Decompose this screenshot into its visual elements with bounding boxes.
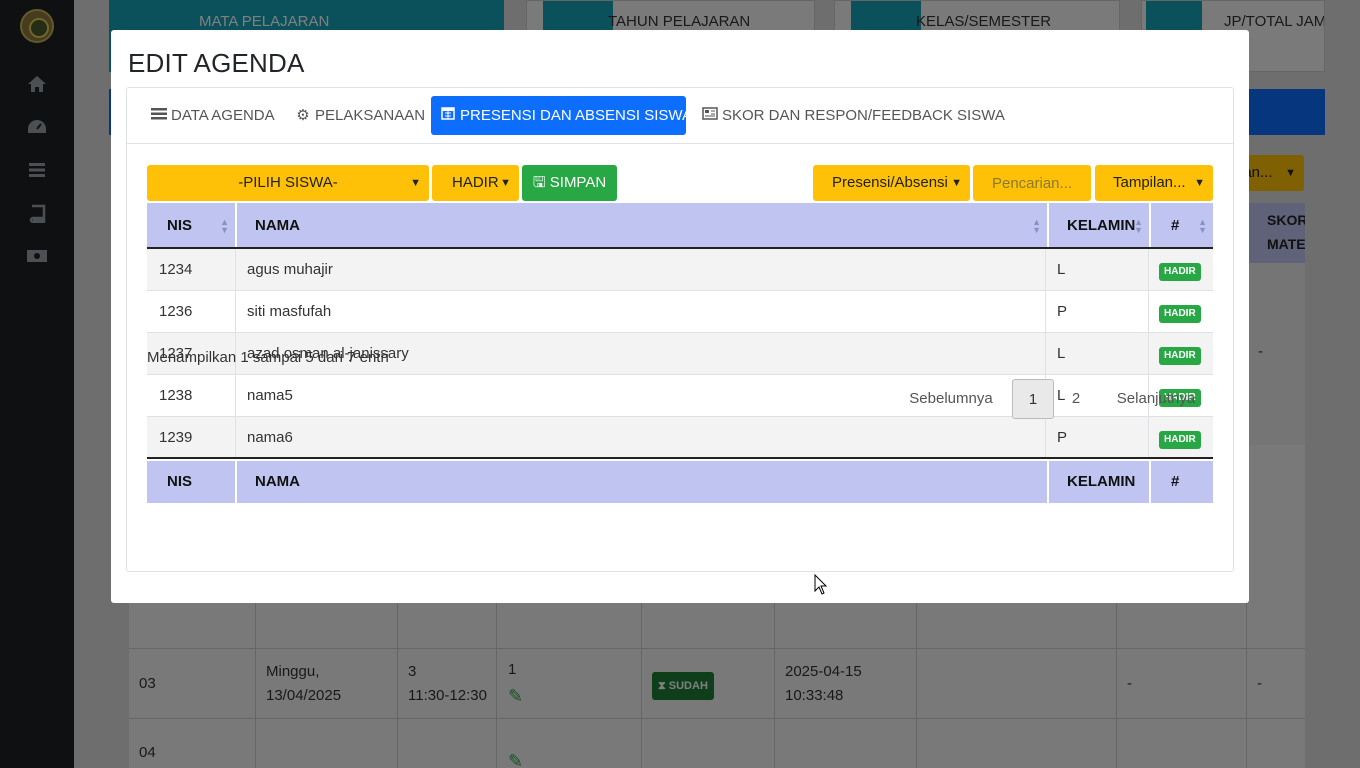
tab-skor-respon[interactable]: SKOR DAN RESPON/FEEDBACK SISWA bbox=[693, 96, 1014, 135]
divider bbox=[1148, 417, 1149, 457]
view-select[interactable]: Tampilan... ▼ bbox=[1095, 165, 1213, 201]
student-select-value: -PILIH SISWA- bbox=[238, 174, 338, 191]
status-select-value: HADIR bbox=[452, 174, 499, 191]
chevron-down-icon: ▼ bbox=[1194, 177, 1205, 189]
cell-nama: nama6 bbox=[247, 429, 293, 446]
tab-label: PRESENSI DAN ABSENSI SISWA bbox=[460, 107, 693, 124]
table-info: Menampilkan 1 sampai 5 dari 7 entri bbox=[147, 349, 389, 366]
tab-data-agenda[interactable]: DATA AGENDA bbox=[142, 96, 284, 135]
cell-status: HADIR bbox=[1159, 417, 1201, 459]
status-select[interactable]: HADIR ▼ bbox=[432, 165, 519, 201]
footer-action: # bbox=[1171, 473, 1180, 490]
modal-title: EDIT AGENDA bbox=[128, 48, 305, 78]
chevron-down-icon: ▼ bbox=[410, 177, 421, 189]
mouse-cursor-icon bbox=[814, 574, 828, 595]
header-nis[interactable]: NIS ▲ ▼ bbox=[147, 203, 235, 249]
pagination-prev[interactable]: Sebelumnya bbox=[896, 379, 1006, 419]
cell-nama: nama5 bbox=[247, 387, 293, 404]
type-select-value: Presensi/Absensi bbox=[832, 174, 948, 191]
table-header: NIS ▲ ▼ NAMA ▲ ▼ KELAMIN ▲ ▼ # ▲ ▼ bbox=[147, 203, 1213, 249]
sort-icon: ▲ ▼ bbox=[1198, 217, 1207, 235]
tab-pelaksanaan[interactable]: ⚙ PELAKSANAAN bbox=[286, 96, 434, 135]
list-icon bbox=[151, 96, 167, 135]
view-select-value: Tampilan... bbox=[1113, 174, 1186, 191]
pagination-next[interactable]: Selanjutnya bbox=[1101, 379, 1211, 419]
header-kelamin[interactable]: KELAMIN ▲ ▼ bbox=[1049, 203, 1149, 249]
edit-agenda-modal: EDIT AGENDA DATA AGENDA ⚙ PELAKSANAAN PRE… bbox=[111, 30, 1249, 603]
pagination-page-2[interactable]: 2 bbox=[1056, 379, 1096, 419]
gears-icon: ⚙ bbox=[296, 107, 310, 124]
divider bbox=[1148, 333, 1149, 374]
search-input[interactable] bbox=[973, 165, 1091, 201]
status-badge[interactable]: HADIR bbox=[1159, 263, 1201, 281]
tab-label: DATA AGENDA bbox=[171, 107, 275, 124]
cell-nis: 1238 bbox=[159, 387, 193, 404]
cell-kelamin: L bbox=[1057, 261, 1066, 278]
student-select[interactable]: -PILIH SISWA- ▼ bbox=[147, 165, 429, 201]
divider bbox=[1148, 291, 1149, 332]
header-kelamin-label: KELAMIN bbox=[1067, 217, 1136, 234]
status-badge[interactable]: HADIR bbox=[1159, 431, 1201, 449]
chevron-down-icon: ▼ bbox=[951, 177, 962, 189]
status-badge[interactable]: HADIR bbox=[1159, 347, 1201, 365]
tab-bar: DATA AGENDA ⚙ PELAKSANAAN PRESENSI DAN AB… bbox=[127, 88, 1233, 144]
header-nis-label: NIS bbox=[167, 217, 193, 234]
save-icon: 🖫 bbox=[532, 174, 546, 191]
divider bbox=[235, 375, 236, 416]
sort-icon: ▲ ▼ bbox=[1134, 217, 1143, 235]
cell-nama: agus muhajir bbox=[247, 261, 333, 278]
sort-icon: ▲ ▼ bbox=[220, 217, 229, 235]
tab-presensi-absensi[interactable]: PRESENSI DAN ABSENSI SISWA bbox=[431, 96, 692, 135]
save-label: SIMPAN bbox=[549, 174, 607, 191]
divider bbox=[1148, 249, 1149, 290]
header-action-label: # bbox=[1171, 217, 1180, 234]
calendar-icon bbox=[440, 96, 456, 135]
save-button[interactable]: 🖫 SIMPAN bbox=[522, 165, 617, 201]
cell-nis: 1234 bbox=[159, 261, 193, 278]
status-badge[interactable]: HADIR bbox=[1159, 305, 1201, 323]
newspaper-icon bbox=[702, 96, 718, 135]
tab-label: SKOR DAN RESPON/FEEDBACK SISWA bbox=[722, 107, 1005, 124]
type-select[interactable]: Presensi/Absensi ▼ bbox=[813, 165, 970, 201]
cell-status: HADIR bbox=[1159, 333, 1201, 375]
divider bbox=[235, 417, 236, 457]
footer-nis: NIS bbox=[167, 473, 193, 490]
header-nama-label: NAMA bbox=[255, 217, 300, 234]
chevron-down-icon: ▼ bbox=[500, 177, 511, 189]
cell-nama: siti masfufah bbox=[247, 303, 332, 320]
sort-icon: ▲ ▼ bbox=[1032, 217, 1041, 235]
cell-status: HADIR bbox=[1159, 249, 1201, 291]
tab-label: PELAKSANAAN bbox=[315, 107, 426, 124]
divider bbox=[1045, 291, 1046, 332]
table-row[interactable]: 1236 siti masfufah P HADIR bbox=[147, 291, 1213, 333]
pagination-page-1[interactable]: 1 bbox=[1012, 379, 1054, 419]
divider bbox=[1045, 417, 1046, 457]
header-action[interactable]: # ▲ ▼ bbox=[1151, 203, 1213, 249]
cell-status: HADIR bbox=[1159, 291, 1201, 333]
footer-nama: NAMA bbox=[255, 473, 300, 490]
divider bbox=[1045, 249, 1046, 290]
header-nama[interactable]: NAMA ▲ ▼ bbox=[237, 203, 1047, 249]
cell-nis: 1239 bbox=[159, 429, 193, 446]
divider bbox=[1045, 333, 1046, 374]
footer-kelamin: KELAMIN bbox=[1067, 473, 1136, 490]
table-row[interactable]: 1234 agus muhajir L HADIR bbox=[147, 249, 1213, 291]
cell-nis: 1236 bbox=[159, 303, 193, 320]
divider bbox=[235, 249, 236, 290]
cell-kelamin: L bbox=[1057, 345, 1066, 362]
divider bbox=[235, 291, 236, 332]
table-row[interactable]: 1239 nama6 P HADIR bbox=[147, 417, 1213, 459]
table-footer: NIS NAMA KELAMIN # bbox=[147, 461, 1213, 503]
cell-kelamin: P bbox=[1057, 429, 1068, 446]
cell-kelamin: P bbox=[1057, 303, 1068, 320]
